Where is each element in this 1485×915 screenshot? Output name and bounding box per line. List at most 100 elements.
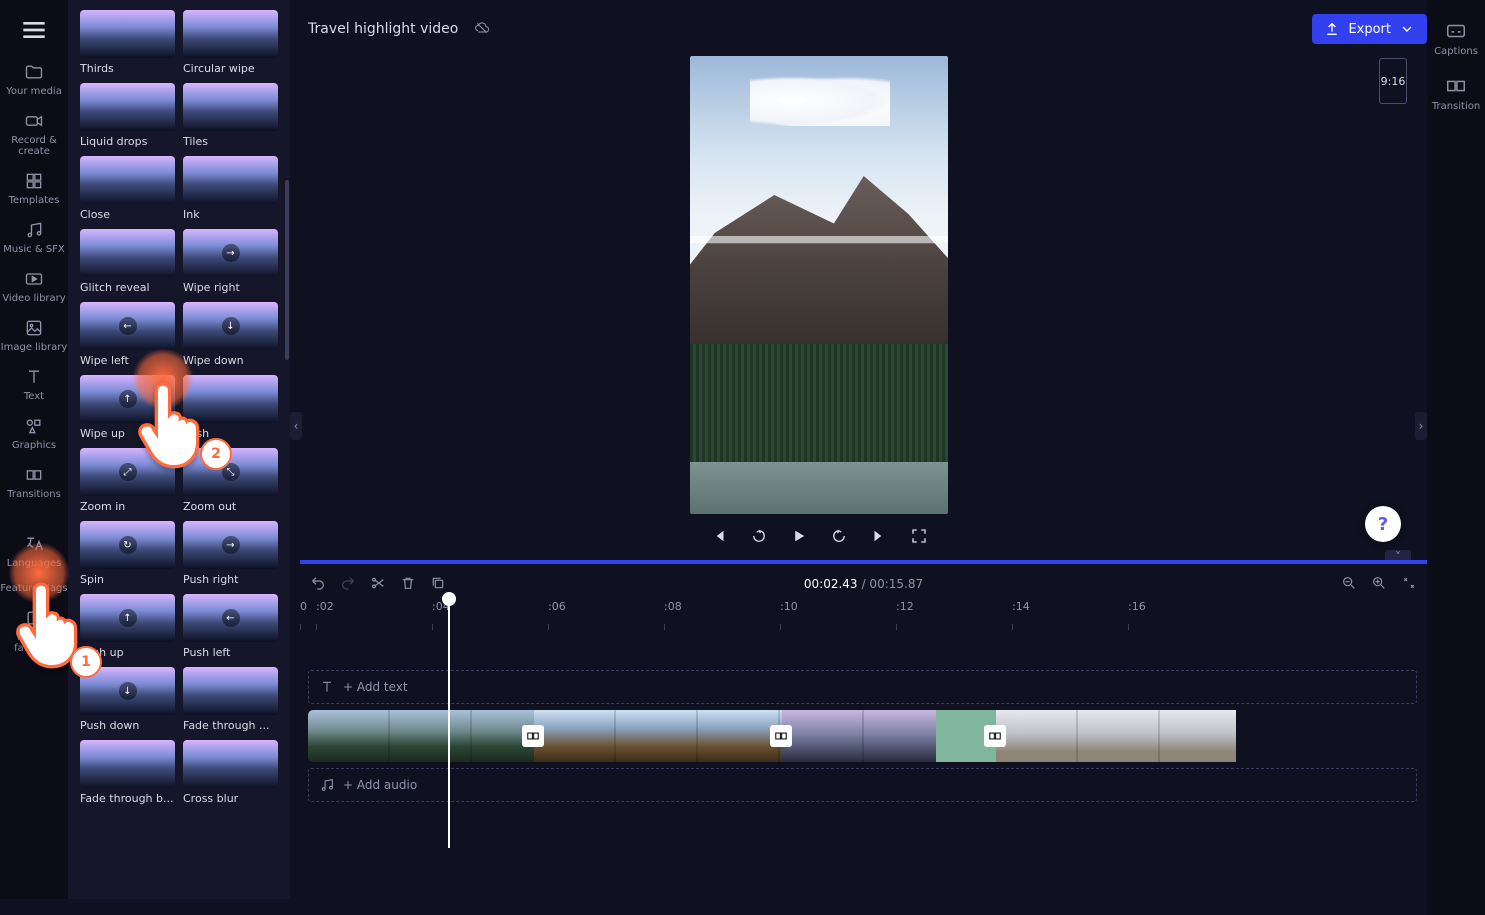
rail-label: Record & create	[0, 135, 68, 157]
skip-start-icon[interactable]	[710, 527, 728, 545]
rail-music-sfx[interactable]: Music & SFX	[0, 214, 70, 261]
right-rail: Captions Transition	[1427, 0, 1485, 915]
add-text-label: + Add text	[343, 680, 408, 694]
ruler-tick: :06	[548, 600, 664, 626]
direction-icon: ←	[119, 317, 137, 335]
rail-transitions[interactable]: Transitions	[0, 459, 70, 506]
transition-label: Push left	[183, 646, 278, 659]
zoom-in-icon[interactable]	[1371, 575, 1387, 594]
transition-label: Circular wipe	[183, 62, 278, 75]
direction-icon: ↓	[222, 317, 240, 335]
ruler-tick: :16	[1128, 600, 1244, 626]
rail-graphics[interactable]: Graphics	[0, 410, 70, 457]
cloud-sync-icon	[474, 20, 490, 39]
fit-timeline-icon[interactable]	[1401, 575, 1417, 594]
collapse-right-panel[interactable]: ›	[1415, 412, 1427, 440]
rail-captions[interactable]: Captions	[1427, 16, 1485, 61]
transition-chip-1[interactable]	[522, 725, 544, 747]
transition-label: Cross blur	[183, 792, 278, 805]
direction-icon: ↻	[119, 536, 137, 554]
transition-thumb[interactable]: Cross blur	[183, 740, 278, 805]
transition-label: Ink	[183, 208, 278, 221]
transition-thumb[interactable]: ↓ Wipe down	[183, 302, 278, 367]
transition-thumb[interactable]: Ink	[183, 156, 278, 221]
rail-transition[interactable]: Transition	[1427, 71, 1485, 116]
rail-templates[interactable]: Templates	[0, 165, 70, 212]
transition-thumb[interactable]: Fade through ...	[183, 667, 278, 732]
direction-icon: ↓	[119, 682, 137, 700]
transition-label: Wipe down	[183, 354, 278, 367]
direction-icon: →	[222, 244, 240, 262]
transition-thumb[interactable]: ↻Spin	[80, 521, 175, 586]
skip-end-icon[interactable]	[870, 527, 888, 545]
rail-record-create[interactable]: Record & create	[0, 105, 70, 163]
zoom-out-icon[interactable]	[1341, 575, 1357, 594]
transition-thumb[interactable]: Glitch reveal	[80, 229, 175, 294]
transition-thumb[interactable]: Tiles	[183, 83, 278, 148]
transition-label: Thirds	[80, 62, 175, 75]
time-readout: 00:02.43 / 00:15.87	[804, 577, 923, 591]
clip-2[interactable]	[534, 710, 782, 762]
text-icon	[319, 679, 335, 695]
transition-thumb[interactable]: ← Push left	[183, 594, 278, 659]
aspect-ratio-label: 9:16	[1381, 75, 1406, 88]
delete-icon[interactable]	[400, 575, 416, 594]
collapse-side-panel[interactable]: ‹	[290, 412, 302, 440]
ruler-tick: :10	[780, 600, 896, 626]
transition-thumb[interactable]: →Wipe right	[183, 229, 278, 294]
rail-label: Captions	[1434, 46, 1478, 57]
split-icon[interactable]	[370, 575, 386, 594]
music-icon	[319, 777, 335, 793]
transition-thumb[interactable]: Thirds	[80, 10, 175, 75]
undo-icon[interactable]	[310, 575, 326, 594]
rail-text[interactable]: Text	[0, 361, 70, 408]
transition-chip-2[interactable]	[770, 725, 792, 747]
total-time: 00:15.87	[869, 577, 923, 591]
help-button[interactable]: ?	[1365, 506, 1401, 542]
transition-chip-3[interactable]	[984, 725, 1006, 747]
video-preview[interactable]	[690, 56, 948, 514]
transition-label: Push down	[80, 719, 175, 732]
transition-thumb[interactable]: Circular wipe	[183, 10, 278, 75]
current-time: 00:02.43	[804, 577, 858, 591]
rail-your-media[interactable]: Your media	[0, 56, 70, 103]
add-audio-track[interactable]: + Add audio	[308, 768, 1417, 802]
transition-label: Push right	[183, 573, 278, 586]
transition-thumb[interactable]: →Push right	[183, 521, 278, 586]
rail-image-library[interactable]: Image library	[0, 312, 70, 359]
aspect-ratio-selector[interactable]: 9:16	[1379, 58, 1407, 104]
fullscreen-icon[interactable]	[910, 527, 928, 545]
transition-thumb[interactable]: Fade through b...	[80, 740, 175, 805]
clip-1[interactable]	[308, 710, 534, 762]
step-back-icon[interactable]	[750, 527, 768, 545]
rail-video-library[interactable]: Video library	[0, 263, 70, 310]
direction-icon: ←	[222, 609, 240, 627]
clip-3[interactable]	[782, 710, 996, 762]
redo-icon[interactable]	[340, 575, 356, 594]
rail-label: Music & SFX	[3, 244, 65, 255]
tutorial-step-number: 2	[211, 446, 221, 462]
transition-label: Liquid drops	[80, 135, 175, 148]
transition-thumb[interactable]: Close	[80, 156, 175, 221]
clip-4[interactable]	[996, 710, 1236, 762]
ruler-tick: 0	[300, 600, 316, 626]
rail-label: Graphics	[12, 440, 56, 451]
transition-thumb[interactable]: Liquid drops	[80, 83, 175, 148]
scrollbar[interactable]	[285, 180, 289, 360]
transition-thumb[interactable]: ↓ Push down	[80, 667, 175, 732]
timeline-ruler[interactable]: 0:02:04:06:08:10:12:14:16	[300, 600, 1427, 626]
playhead[interactable]	[448, 598, 450, 848]
rail-label: Templates	[9, 195, 60, 206]
transition-label: Glitch reveal	[80, 281, 175, 294]
hamburger-menu[interactable]	[18, 14, 50, 46]
add-text-track[interactable]: + Add text	[308, 670, 1417, 704]
duplicate-icon[interactable]	[430, 575, 446, 594]
export-button[interactable]: Export	[1312, 14, 1427, 44]
ruler-tick: :02	[316, 600, 432, 626]
play-icon[interactable]	[790, 527, 808, 545]
rail-label: Your media	[6, 86, 62, 97]
rail-label: Text	[24, 391, 44, 402]
step-forward-icon[interactable]	[830, 527, 848, 545]
video-track[interactable]	[308, 710, 1417, 762]
project-title[interactable]: Travel highlight video	[308, 21, 458, 37]
